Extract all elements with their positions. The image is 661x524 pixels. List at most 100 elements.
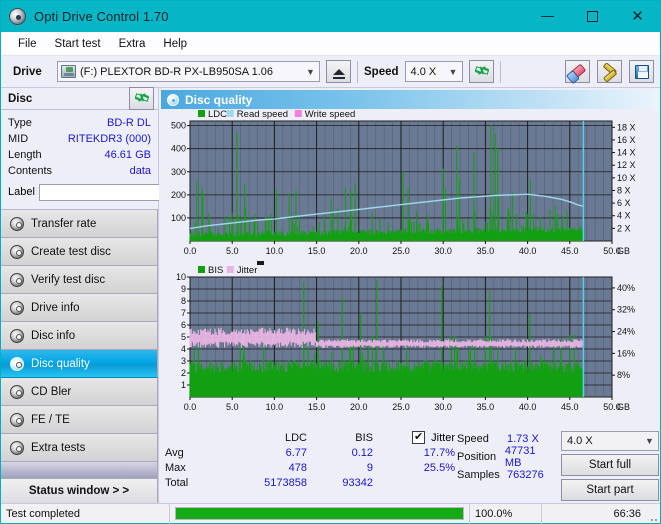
total-ldc-value: 5173858 xyxy=(264,476,307,489)
svg-text:3: 3 xyxy=(181,356,186,366)
disc-row-length: Length 46.61 GB xyxy=(8,147,151,163)
refresh-icon: ➭ ➭ xyxy=(131,87,153,108)
save-button[interactable] xyxy=(629,60,654,83)
position-readout-value: 47731 MB xyxy=(504,445,536,469)
svg-text:GB: GB xyxy=(617,246,630,256)
test-action-buttons: 4.0 X ▼ Start full Start part xyxy=(561,430,659,501)
svg-text:25.0: 25.0 xyxy=(392,402,410,412)
disc-contents-label: Contents xyxy=(8,165,53,177)
svg-text:40.0: 40.0 xyxy=(519,402,537,412)
sidebar-item-cd-bler[interactable]: CD Bler xyxy=(1,378,158,406)
progress-fill xyxy=(176,508,463,519)
resize-grip[interactable] xyxy=(646,504,660,524)
svg-text:16%: 16% xyxy=(617,348,635,358)
samples-readout-label: Samples xyxy=(457,469,500,481)
disc-row-contents: Contents data xyxy=(8,163,151,179)
speed-select-value: 4.0 X xyxy=(410,65,437,78)
svg-text:5.0: 5.0 xyxy=(226,402,239,412)
toolbar-divider-1 xyxy=(357,60,358,83)
svg-text:0.0: 0.0 xyxy=(184,246,197,256)
sidebar-item-verify-test-disc[interactable]: Verify test disc xyxy=(1,266,158,294)
test-speed-select[interactable]: 4.0 X ▼ xyxy=(561,431,659,451)
disc-info: Type BD-R DL MID RITEKDR3 (000) Length 4… xyxy=(1,110,241,205)
menu-help[interactable]: Help xyxy=(154,36,196,52)
sidebar-item-label: Drive info xyxy=(31,301,80,314)
svg-text:20.0: 20.0 xyxy=(350,246,368,256)
sidebar-item-extra-tests[interactable]: Extra tests xyxy=(1,434,158,462)
svg-text:BIS: BIS xyxy=(208,265,223,276)
row-label-avg: Avg xyxy=(165,446,184,459)
speed-select[interactable]: 4.0 X ▼ xyxy=(404,61,463,82)
eject-button[interactable] xyxy=(326,60,351,83)
svg-text:32%: 32% xyxy=(617,305,635,315)
status-window-button[interactable]: Status window > > xyxy=(1,478,158,503)
disc-icon xyxy=(10,244,24,259)
svg-text:8: 8 xyxy=(181,296,186,306)
svg-text:45.0: 45.0 xyxy=(561,246,579,256)
row-label-max: Max xyxy=(165,461,186,474)
avg-jitter-value: 17.7% xyxy=(423,446,455,459)
tools-button[interactable] xyxy=(597,60,622,83)
svg-text:35.0: 35.0 xyxy=(477,246,495,256)
position-readout-label: Position xyxy=(457,451,497,463)
progress-percent: 100.0% xyxy=(469,503,541,524)
svg-text:4: 4 xyxy=(181,344,186,354)
svg-text:GB: GB xyxy=(617,402,630,412)
menu-extra[interactable]: Extra xyxy=(110,36,155,52)
close-icon: ✕ xyxy=(631,8,644,25)
sidebar-item-disc-quality[interactable]: Disc quality xyxy=(1,350,158,378)
menu-file[interactable]: File xyxy=(9,36,46,52)
disc-icon xyxy=(10,216,24,231)
sidebar-item-fe-te[interactable]: FE / TE xyxy=(1,406,158,434)
disc-icon xyxy=(10,300,24,315)
disc-icon xyxy=(10,356,24,371)
svg-text:2: 2 xyxy=(181,368,186,378)
speed-readout-value: 1.73 X xyxy=(507,433,539,445)
drive-label: Drive xyxy=(13,65,42,78)
drive-select[interactable]: (F:) PLEXTOR BD-R PX-LB950SA 1.06 ▼ xyxy=(57,61,320,82)
svg-text:2 X: 2 X xyxy=(617,223,631,233)
svg-text:200: 200 xyxy=(171,190,186,200)
disc-icon xyxy=(10,412,24,427)
eject-icon xyxy=(332,68,345,79)
disc-label-row: Label xyxy=(8,182,241,202)
svg-text:25.0: 25.0 xyxy=(392,246,410,256)
menu-start-test[interactable]: Start test xyxy=(46,36,110,52)
sidebar-item-drive-info[interactable]: Drive info xyxy=(1,294,158,322)
charts-container: LDC Read speed Write speed 100 200 300 400 500 2… xyxy=(159,109,660,427)
svg-text:40.0: 40.0 xyxy=(519,246,537,256)
refresh-button[interactable]: ➭ ➭ xyxy=(468,60,494,83)
minimize-icon xyxy=(541,16,554,17)
svg-text:7: 7 xyxy=(181,308,186,318)
start-part-button[interactable]: Start part xyxy=(561,479,659,501)
left-sidebar: Disc ➭ ➭ Type BD-R DL MID RITEKDR3 (000) … xyxy=(1,87,241,503)
disc-icon xyxy=(10,384,24,399)
sidebar-item-disc-info[interactable]: Disc info xyxy=(1,322,158,350)
total-bis-value: 93342 xyxy=(342,476,373,489)
panel-header: Disc quality xyxy=(161,90,658,109)
statistics-table: LDC BIS ✔ Jitter Avg 6.77 0.12 17.7% Max… xyxy=(165,430,457,501)
maximize-button[interactable] xyxy=(570,1,615,32)
table-row: Max 478 9 25.5% xyxy=(165,460,457,475)
erase-button[interactable] xyxy=(565,60,590,83)
disc-icon xyxy=(10,440,24,455)
drive-icon xyxy=(61,65,76,78)
refresh-disc-button[interactable]: ➭ ➭ xyxy=(129,87,154,110)
close-button[interactable]: ✕ xyxy=(615,1,660,32)
floppy-save-icon xyxy=(634,64,649,79)
minimize-button[interactable] xyxy=(525,1,570,32)
svg-text:10.0: 10.0 xyxy=(266,246,284,256)
jitter-checkbox[interactable]: ✔ xyxy=(412,431,426,444)
svg-text:9: 9 xyxy=(181,284,186,294)
eraser-icon xyxy=(569,63,586,80)
start-full-button[interactable]: Start full xyxy=(561,454,659,476)
svg-text:8%: 8% xyxy=(617,370,630,380)
svg-text:Read speed: Read speed xyxy=(237,109,288,120)
col-header-jitter: Jitter xyxy=(431,431,455,444)
disc-length-label: Length xyxy=(8,149,42,161)
svg-text:45.0: 45.0 xyxy=(561,402,579,412)
sidebar-item-create-test-disc[interactable]: Create test disc xyxy=(1,238,158,266)
sidebar-item-transfer-rate[interactable]: Transfer rate xyxy=(1,210,158,238)
table-row: Total 5173858 93342 xyxy=(165,475,457,490)
chevron-down-icon: ▼ xyxy=(306,66,315,77)
